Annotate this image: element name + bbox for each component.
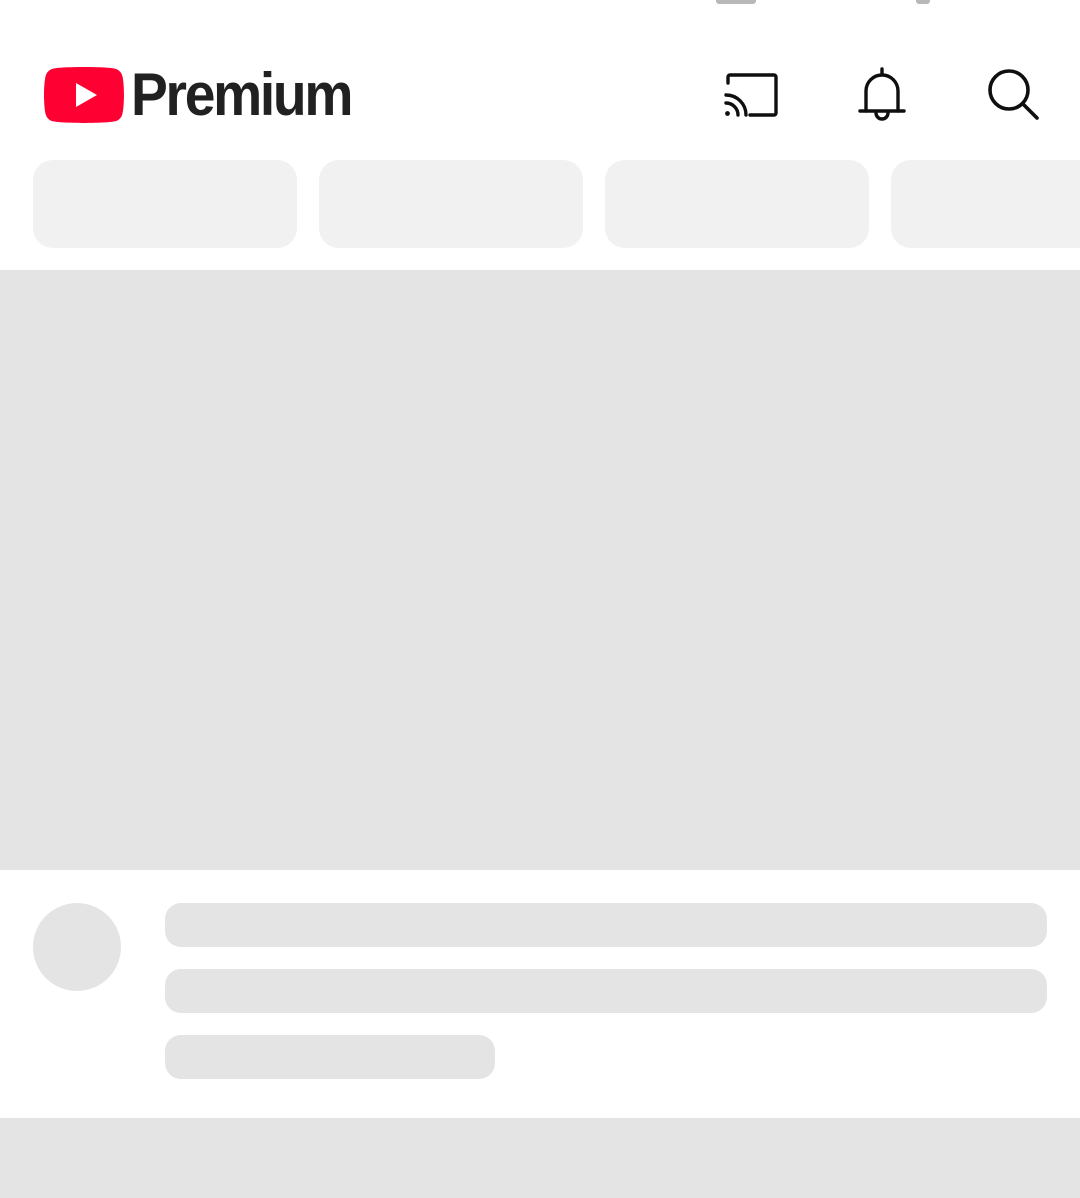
category-chips-row: [0, 160, 1080, 248]
video-thumbnail-placeholder[interactable]: [0, 270, 1080, 870]
youtube-play-icon: [44, 67, 124, 123]
cast-icon: [724, 73, 778, 117]
video-meta-placeholder: [165, 1035, 495, 1079]
chip-placeholder[interactable]: [605, 160, 869, 248]
search-button[interactable]: [981, 62, 1047, 128]
chip-placeholder[interactable]: [319, 160, 583, 248]
cast-button[interactable]: [717, 62, 783, 128]
search-icon: [988, 69, 1039, 120]
bell-icon: [858, 67, 906, 121]
chip-placeholder[interactable]: [33, 160, 297, 248]
app-header: Premium: [0, 0, 1080, 150]
notifications-button[interactable]: [849, 62, 915, 128]
video-title-placeholder-line-2: [165, 969, 1047, 1013]
logo-text: Premium: [131, 61, 353, 128]
next-video-thumbnail-placeholder[interactable]: [0, 1118, 1080, 1198]
youtube-premium-logo[interactable]: Premium: [44, 64, 370, 126]
channel-avatar-placeholder[interactable]: [33, 903, 121, 991]
chip-placeholder[interactable]: [891, 160, 1080, 248]
video-title-placeholder-line-1: [165, 903, 1047, 947]
